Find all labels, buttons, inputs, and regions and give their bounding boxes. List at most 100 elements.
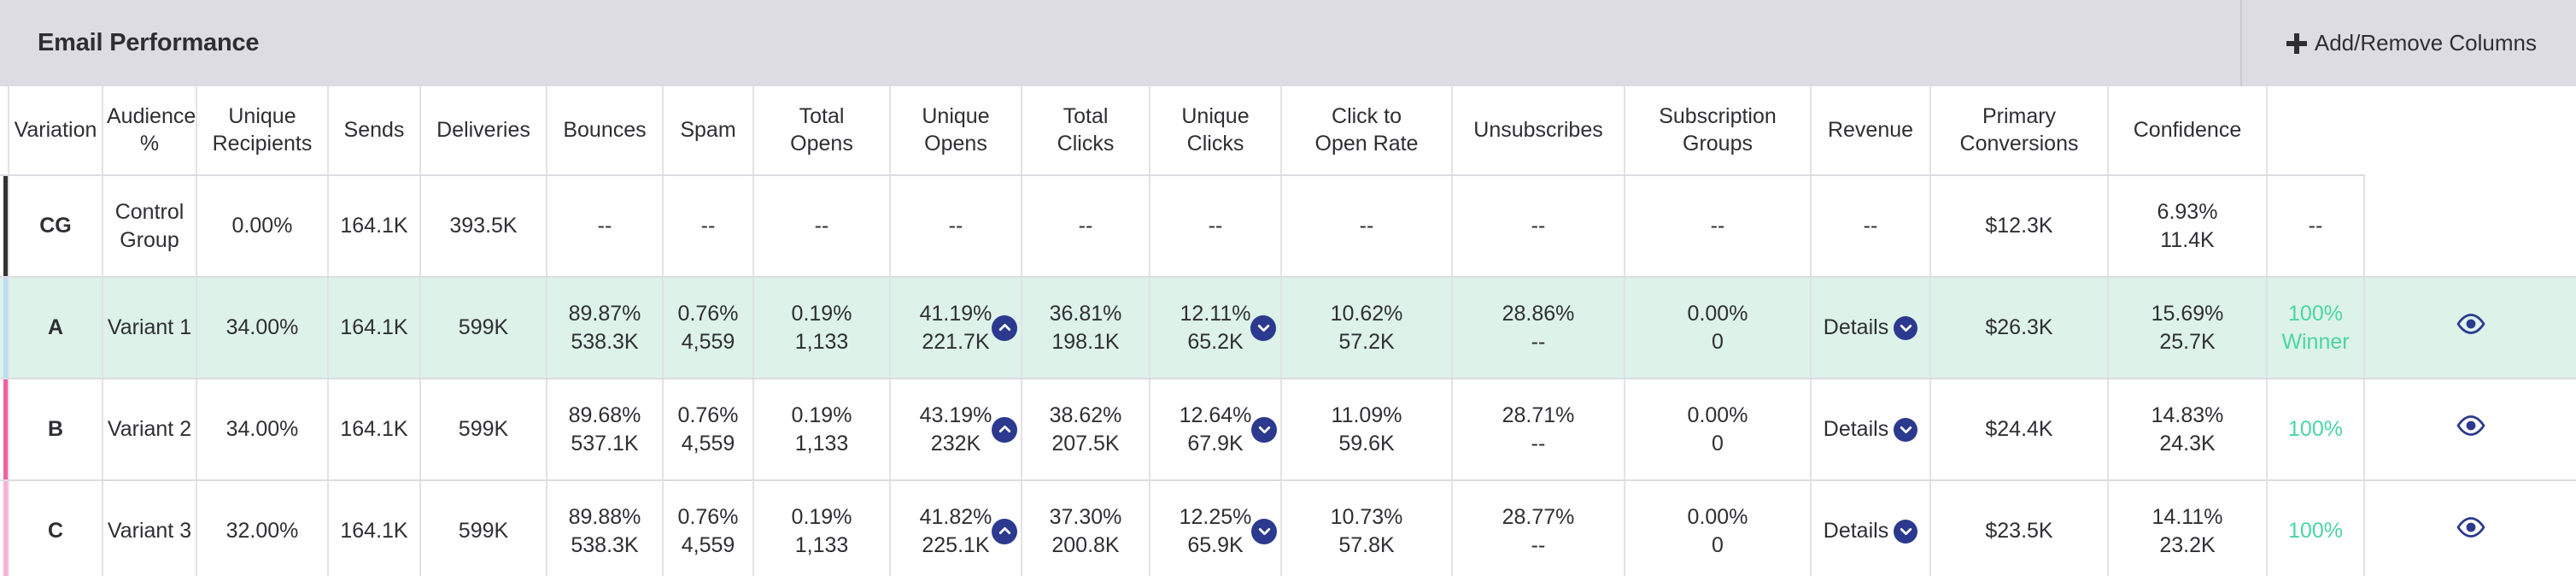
subscription-groups-details-button[interactable]: Details bbox=[1824, 517, 1918, 545]
cell-sends: 599K bbox=[420, 480, 547, 576]
cell-value-primary: 12.11% bbox=[1180, 301, 1251, 326]
cell-deliveries: 89.87% 538.3K bbox=[547, 277, 664, 379]
preview-cell bbox=[2364, 175, 2576, 278]
cell-audience-pct: 0.00% bbox=[196, 175, 329, 278]
variation-name-line: Variant 2 bbox=[107, 417, 192, 442]
column-header-subscription-groups[interactable]: Subscription Groups bbox=[1625, 86, 1812, 176]
cell-value-primary: 0.00% bbox=[231, 214, 293, 238]
column-header-primary-conversions[interactable]: Primary Conversions bbox=[1930, 86, 2109, 176]
cell-value-secondary: 232K bbox=[930, 431, 981, 456]
column-header-deliveries[interactable]: Deliveries bbox=[420, 86, 547, 176]
preview-cell[interactable] bbox=[2364, 480, 2576, 576]
cell-unique-opens: 38.62% 207.5K bbox=[1022, 379, 1150, 481]
column-header-line: Click to bbox=[1332, 104, 1402, 129]
cell-value-primary: 38.62% bbox=[1049, 403, 1122, 427]
confidence-value: 100% bbox=[2288, 301, 2343, 326]
column-header-unique-opens[interactable]: Unique Opens bbox=[890, 86, 1022, 176]
cell-value-primary: 0.76% bbox=[677, 403, 739, 427]
column-header-unique-clicks[interactable]: Unique Clicks bbox=[1150, 86, 1282, 176]
column-header-variation[interactable]: Variation bbox=[9, 86, 103, 176]
column-header-total-opens[interactable]: Total Opens bbox=[753, 86, 891, 176]
preview-cell[interactable] bbox=[2364, 379, 2576, 481]
column-header-confidence[interactable]: Confidence bbox=[2108, 86, 2268, 176]
add-remove-columns-button[interactable]: Add/Remove Columns bbox=[2242, 0, 2576, 86]
column-header-total-clicks[interactable]: Total Clicks bbox=[1022, 86, 1150, 176]
plus-icon bbox=[2286, 32, 2307, 54]
column-header-bounces[interactable]: Bounces bbox=[547, 86, 664, 176]
column-header-unique-recipients[interactable]: Unique Recipients bbox=[196, 86, 329, 176]
cell-unique-clicks: 10.62% 57.2K bbox=[1281, 277, 1453, 379]
cell-unique-recipients: 164.1K bbox=[328, 277, 421, 379]
row-id-label: C bbox=[9, 480, 103, 576]
table-row[interactable]: C Variant 3 32.00% 164.1K 599K 89.88% 538.3K 0.… bbox=[0, 480, 2576, 576]
cell-subscription-groups[interactable]: Details bbox=[1811, 379, 1931, 481]
cell-click-to-open-rate: -- bbox=[1452, 175, 1625, 278]
cell-value-primary: 12.64% bbox=[1179, 403, 1252, 427]
cell-deliveries: -- bbox=[547, 175, 664, 278]
column-header-spam[interactable]: Spam bbox=[663, 86, 754, 176]
column-header-click-to-open-rate[interactable]: Click to Open Rate bbox=[1281, 86, 1453, 176]
cell-value-primary: 599K bbox=[458, 315, 509, 339]
preview-cell[interactable] bbox=[2364, 277, 2576, 379]
cell-bounces: 0.76% 4,559 bbox=[663, 379, 754, 481]
cell-total-opens: 41.82% 225.1K bbox=[890, 480, 1022, 576]
column-header-unsubscribes[interactable]: Unsubscribes bbox=[1452, 86, 1625, 176]
cell-total-clicks: 12.11% 65.2K bbox=[1150, 277, 1282, 379]
cell-value-primary: 0.76% bbox=[677, 504, 739, 529]
cell-confidence: -- bbox=[2267, 175, 2365, 278]
table-row[interactable]: A Variant 1 34.00% 164.1K 599K 89.87% 538.3K 0.… bbox=[0, 277, 2576, 379]
table-row[interactable]: B Variant 2 34.00% 164.1K 599K 89.68% 537.1K 0.… bbox=[0, 379, 2576, 481]
subscription-groups-details-button[interactable]: Details bbox=[1824, 314, 1918, 342]
column-header-line: Audience bbox=[107, 104, 196, 129]
cell-subscription-groups: -- bbox=[1811, 175, 1931, 278]
cell-value-primary: 164.1K bbox=[340, 417, 408, 441]
eye-icon[interactable] bbox=[2456, 517, 2486, 548]
cell-value-primary: 89.68% bbox=[568, 403, 641, 427]
eye-icon[interactable] bbox=[2456, 314, 2486, 344]
cell-value-secondary: 11.4K bbox=[2160, 227, 2215, 252]
cell-value-primary: 599K bbox=[458, 519, 509, 543]
cell-value-primary: -- bbox=[1078, 214, 1093, 238]
column-header-line: Unique bbox=[922, 104, 990, 129]
column-header-line: Opens bbox=[790, 131, 853, 156]
column-header-revenue[interactable]: Revenue bbox=[1811, 86, 1931, 176]
variation-name-line: Variant 1 bbox=[107, 315, 192, 340]
panel-header: Email Performance Add/Remove Columns bbox=[0, 0, 2576, 86]
cell-value-primary: -- bbox=[1359, 214, 1374, 238]
chevron-down-icon bbox=[1251, 518, 1278, 544]
cell-subscription-groups[interactable]: Details bbox=[1811, 277, 1931, 379]
cell-value-secondary: 207.5K bbox=[1051, 431, 1120, 456]
column-header-sends[interactable]: Sends bbox=[328, 86, 421, 176]
cell-confidence: 100% Winner bbox=[2267, 277, 2365, 379]
column-header-line: Clicks bbox=[1186, 131, 1244, 156]
cell-value-secondary: 23.2K bbox=[2159, 532, 2216, 557]
subscription-groups-details-button[interactable]: Details bbox=[1824, 415, 1918, 444]
cell-value-secondary: 67.9K bbox=[1187, 431, 1244, 456]
cell-unique-recipients: 164.1K bbox=[328, 480, 421, 576]
cell-value-primary: 0.00% bbox=[1687, 403, 1748, 427]
column-header-audience-pct[interactable]: Audience% bbox=[102, 86, 197, 176]
cell-value-primary: 28.86% bbox=[1502, 301, 1575, 326]
page-title: Email Performance bbox=[38, 29, 260, 56]
cell-click-to-open-rate: 28.71% -- bbox=[1452, 379, 1625, 481]
cell-subscription-groups[interactable]: Details bbox=[1811, 480, 1931, 576]
cell-value-primary: 37.30% bbox=[1049, 504, 1122, 529]
cell-value-primary: 164.1K bbox=[340, 315, 408, 339]
variation-name: Variant 3 bbox=[102, 480, 197, 576]
row-id-label: A bbox=[9, 277, 103, 379]
cell-unique-recipients: 164.1K bbox=[328, 175, 421, 278]
column-header-line: Opens bbox=[924, 131, 987, 156]
table-row[interactable]: CG Control Group 0.00% 164.1K 393.5K -- -- -- -- -… bbox=[0, 175, 2576, 278]
cell-value-primary: 11.09% bbox=[1331, 403, 1402, 427]
cell-primary-conversions: 14.83% 24.3K bbox=[2108, 379, 2268, 481]
eye-icon[interactable] bbox=[2456, 415, 2486, 446]
header-actions: Add/Remove Columns bbox=[2239, 0, 2576, 86]
cell-value-primary: 10.73% bbox=[1330, 504, 1403, 529]
email-performance-panel: Email Performance Add/Remove Columns Var… bbox=[0, 0, 2576, 576]
confidence-value: 100% bbox=[2288, 519, 2343, 543]
cell-value-secondary: 200.8K bbox=[1051, 532, 1120, 557]
cell-value-primary: -- bbox=[700, 214, 716, 238]
email-performance-table: Variation Audience% Unique Recipients Sends D… bbox=[0, 86, 2576, 576]
cell-value-secondary: 0 bbox=[1712, 329, 1724, 354]
cell-click-to-open-rate: 28.86% -- bbox=[1452, 277, 1625, 379]
